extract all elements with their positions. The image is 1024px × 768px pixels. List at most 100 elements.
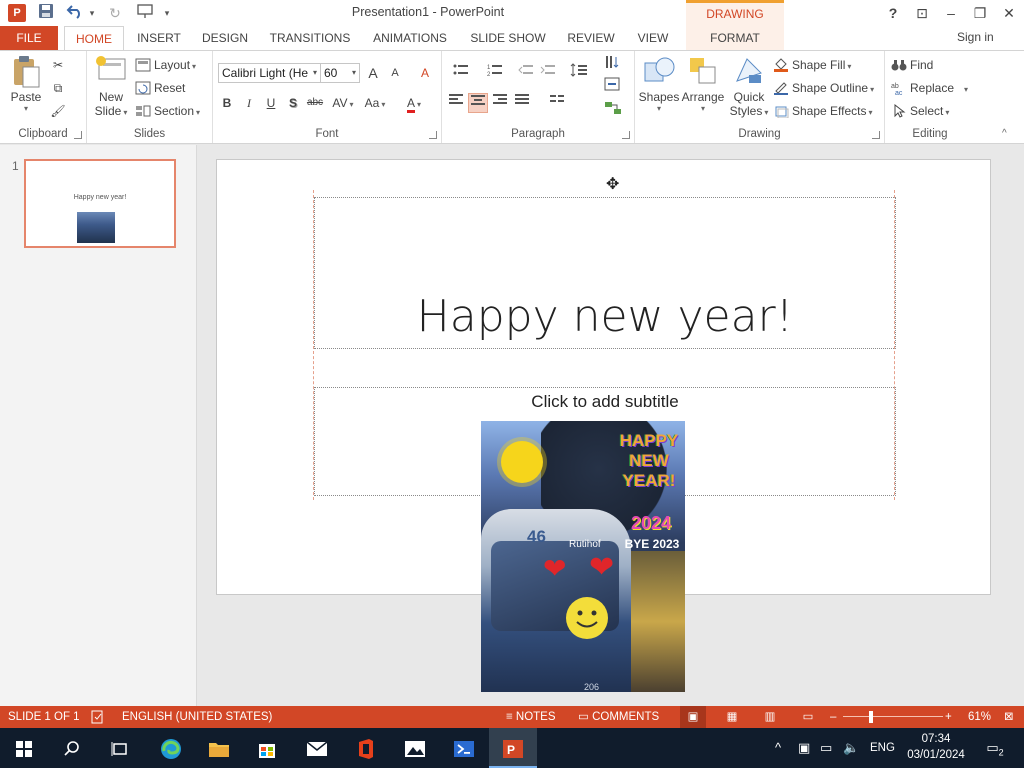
- help-icon[interactable]: ?: [881, 2, 905, 24]
- character-spacing-button[interactable]: AV ▾: [329, 93, 357, 113]
- decrease-indent-icon[interactable]: [516, 63, 536, 83]
- convert-to-smartart-icon[interactable]: [598, 101, 628, 121]
- zoom-in-button[interactable]: +: [945, 706, 952, 728]
- tab-review[interactable]: REVIEW: [564, 26, 618, 50]
- show-hidden-icons[interactable]: ^: [775, 738, 781, 758]
- change-case-button[interactable]: Aa ▾: [361, 93, 389, 113]
- collapse-ribbon-icon[interactable]: ^: [1002, 129, 1014, 139]
- justify-icon[interactable]: [512, 93, 532, 113]
- minimize-button[interactable]: –: [939, 2, 963, 24]
- slide-sorter-icon[interactable]: ▦: [724, 706, 740, 728]
- zoom-slider-thumb[interactable]: [869, 711, 873, 723]
- font-color-button[interactable]: A ▾: [401, 93, 427, 113]
- arrange-button[interactable]: Arrange ▾: [681, 55, 725, 113]
- clipboard-launcher-icon[interactable]: [74, 131, 82, 139]
- input-language-indicator[interactable]: ENG: [870, 738, 895, 758]
- start-button-icon[interactable]: [0, 728, 48, 768]
- sign-in-link[interactable]: Sign in: [957, 30, 994, 44]
- reset-button[interactable]: Reset: [135, 78, 185, 98]
- align-right-icon[interactable]: [490, 93, 510, 113]
- notifications-icon[interactable]: ▭2: [983, 738, 1007, 763]
- zoom-out-button[interactable]: –: [830, 706, 836, 728]
- find-button[interactable]: Find: [891, 55, 933, 75]
- select-button[interactable]: Select ▾: [891, 101, 949, 121]
- tab-format[interactable]: FORMAT: [686, 26, 784, 50]
- spelling-icon[interactable]: [90, 706, 106, 728]
- align-left-icon[interactable]: [446, 93, 466, 113]
- increase-indent-icon[interactable]: [538, 63, 558, 83]
- title-placeholder[interactable]: Happy new year!: [314, 197, 896, 349]
- paragraph-launcher-icon[interactable]: [622, 131, 630, 139]
- align-text-icon[interactable]: [598, 77, 628, 97]
- shape-outline-button[interactable]: Shape Outline ▾: [773, 78, 874, 98]
- tab-design[interactable]: DESIGN: [198, 26, 252, 50]
- font-name-dropdown[interactable]: Calibri Light (He ▾: [218, 63, 321, 83]
- powerpoint-app-icon[interactable]: P: [8, 4, 26, 22]
- undo-dropdown[interactable]: ▾: [86, 3, 98, 23]
- tab-slide-show[interactable]: SLIDE SHOW: [468, 26, 548, 50]
- undo-icon[interactable]: [64, 3, 86, 23]
- photos-icon[interactable]: [391, 728, 439, 768]
- clock[interactable]: 07:34 03/01/2024: [900, 731, 972, 763]
- font-size-dropdown[interactable]: 60 ▾: [320, 63, 360, 83]
- grow-font-icon[interactable]: A: [363, 63, 383, 83]
- ribbon-display-options-icon[interactable]: ⊡: [910, 2, 934, 24]
- new-slide-button[interactable]: New Slide ▾: [91, 55, 131, 118]
- slide-thumbnail-1[interactable]: Happy new year!: [24, 159, 176, 248]
- close-button[interactable]: ✕: [997, 2, 1021, 24]
- comments-button[interactable]: ▭ COMMENTS: [578, 706, 659, 728]
- tab-insert[interactable]: INSERT: [134, 26, 184, 50]
- volume-muted-icon[interactable]: 🔈: [843, 738, 859, 758]
- subtitle-placeholder-text[interactable]: Click to add subtitle: [315, 392, 895, 412]
- edge-browser-icon[interactable]: [147, 728, 195, 768]
- copy-icon[interactable]: ⧉: [48, 78, 68, 98]
- task-view-icon[interactable]: [96, 728, 144, 768]
- language-indicator[interactable]: ENGLISH (UNITED STATES): [122, 706, 272, 728]
- numbering-icon[interactable]: 12: [480, 63, 510, 83]
- powershell-icon[interactable]: [440, 728, 488, 768]
- restore-button[interactable]: ❐: [968, 2, 992, 24]
- tab-view[interactable]: VIEW: [634, 26, 672, 50]
- customize-qat-dropdown[interactable]: ▾: [160, 3, 174, 23]
- slideshow-view-icon[interactable]: ▭: [800, 706, 816, 728]
- shape-fill-button[interactable]: Shape Fill ▾: [773, 55, 851, 75]
- text-shadow-button[interactable]: S: [283, 93, 303, 113]
- text-direction-icon[interactable]: [598, 55, 628, 75]
- zoom-level[interactable]: 61%: [968, 706, 991, 728]
- font-launcher-icon[interactable]: [429, 131, 437, 139]
- drawing-launcher-icon[interactable]: [872, 131, 880, 139]
- strikethrough-button[interactable]: abc: [305, 93, 325, 113]
- shapes-button[interactable]: Shapes ▾: [637, 55, 681, 113]
- start-slideshow-icon[interactable]: [134, 3, 156, 23]
- save-icon[interactable]: [36, 3, 56, 23]
- shrink-font-icon[interactable]: A: [385, 63, 405, 83]
- normal-view-icon[interactable]: ▣: [680, 706, 706, 728]
- notes-button[interactable]: ≡ NOTES: [506, 706, 556, 728]
- line-spacing-icon[interactable]: [564, 63, 594, 83]
- cut-icon[interactable]: ✂: [48, 55, 68, 75]
- zoom-slider[interactable]: [843, 716, 943, 717]
- file-explorer-icon[interactable]: [195, 728, 243, 768]
- format-painter-icon[interactable]: 🖌: [48, 101, 68, 121]
- align-center-icon[interactable]: [468, 93, 488, 113]
- redo-icon[interactable]: ↻: [104, 3, 126, 23]
- meet-now-icon[interactable]: ▣: [798, 738, 810, 758]
- quick-styles-button[interactable]: Quick Styles ▾: [727, 55, 771, 118]
- tab-animations[interactable]: ANIMATIONS: [368, 26, 452, 50]
- slide-counter[interactable]: SLIDE 1 OF 1: [8, 706, 80, 728]
- bullets-icon[interactable]: [446, 63, 476, 83]
- mail-icon[interactable]: [293, 728, 341, 768]
- italic-button[interactable]: I: [239, 93, 259, 113]
- tab-home[interactable]: HOME: [64, 26, 124, 51]
- reading-view-icon[interactable]: ▥: [762, 706, 778, 728]
- slide-photo[interactable]: HAPPY NEW YEAR! 2024 BYE 2023 46 Rütihof…: [481, 421, 685, 692]
- clear-formatting-icon[interactable]: A: [415, 63, 435, 83]
- underline-button[interactable]: U: [261, 93, 281, 113]
- powerpoint-taskbar-icon[interactable]: P: [489, 728, 537, 768]
- columns-icon[interactable]: [542, 93, 572, 113]
- replace-button[interactable]: ab ac Replace ▾: [891, 78, 968, 98]
- section-button[interactable]: Section ▾: [135, 101, 200, 121]
- tab-file[interactable]: FILE: [0, 26, 58, 50]
- slide-title-text[interactable]: Happy new year!: [315, 291, 895, 342]
- fit-slide-icon[interactable]: ⊠: [1004, 706, 1014, 728]
